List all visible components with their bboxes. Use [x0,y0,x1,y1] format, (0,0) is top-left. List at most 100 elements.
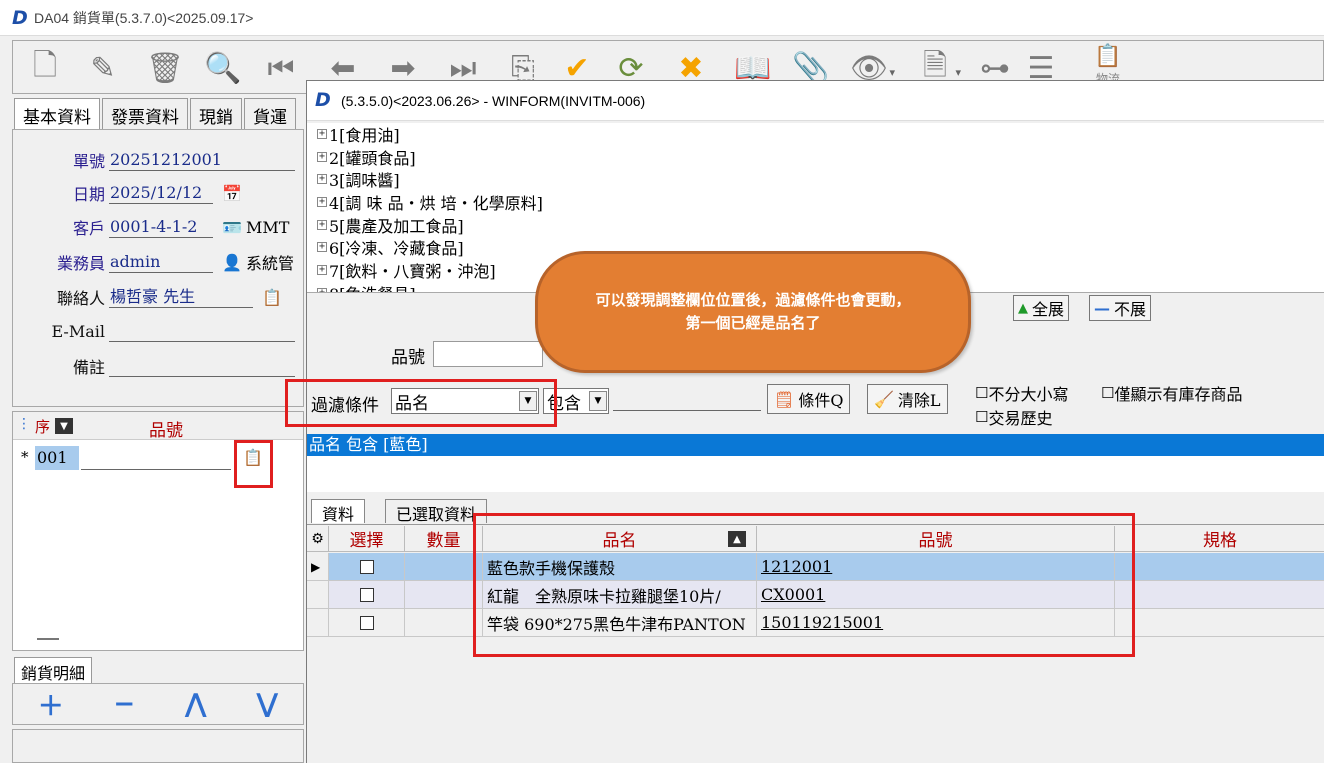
case-insensitive-checkbox[interactable]: ☐ 不分大小寫 [975,381,1068,405]
remove-row-icon[interactable]: − [113,689,135,719]
app-logo-icon: D [12,7,28,29]
main-window-titlebar: D DA04 銷貨單(5.3.7.0)<2025.09.17> [0,0,1324,36]
tab-cash-sale[interactable]: 現銷 [190,98,242,129]
sales-field[interactable]: admin [109,251,213,273]
row-pointer-icon: ▶ [307,553,329,581]
expand-plus-icon[interactable]: + [317,174,327,184]
dropdown-arrow-icon[interactable]: ▼ [589,391,607,411]
tree-node[interactable]: +2[罐頭食品] [317,146,416,168]
order-no-field[interactable]: 20251212001 [109,149,295,171]
col-spec-header[interactable]: 規格 [1115,526,1324,552]
expand-plus-icon[interactable]: + [317,242,327,252]
expand-plus-icon[interactable]: + [317,265,327,275]
tree-node[interactable]: +1[食用油] [317,123,400,145]
edit-pencil-icon[interactable]: ✎ [85,50,121,86]
search-icon[interactable]: 🔍 [204,50,241,86]
contact-field[interactable]: 楊哲豪 先生 [109,286,253,308]
calendar-icon[interactable]: 📅 [221,183,243,203]
clear-button[interactable]: 🧹 清除L [867,384,948,414]
grid-divider [37,638,59,640]
grid-settings-gear-icon[interactable]: ⚙ [307,526,329,552]
tab-basic-info[interactable]: 基本資料 [14,98,100,130]
tab-sales-detail[interactable]: 銷貨明細 [14,657,93,683]
condition-doc-icon: 🗒 [774,389,795,409]
email-row: E-Mail [13,319,295,343]
qty-cell[interactable] [405,581,483,609]
sort-down-icon[interactable]: ▼ [55,418,73,434]
delete-trash-icon[interactable]: 🗑 [146,50,184,86]
customer-row: 客戶 0001-4-1-2 🪪 MMT [13,215,289,239]
email-label: E-Mail [51,321,105,341]
customer-field[interactable]: 0001-4-1-2 [109,216,213,238]
expand-plus-icon[interactable]: + [317,152,327,162]
stock-only-checkbox[interactable]: ☐ 僅顯示有庫存商品 [1101,381,1242,405]
date-field[interactable]: 2025/12/12 [109,182,213,204]
tab-freight[interactable]: 貨運 [244,98,296,129]
select-cell[interactable] [329,609,405,637]
order-no-label: 單號 [72,152,105,171]
contact-card-icon[interactable]: 🪪 [221,217,243,237]
col-select-header[interactable]: 選擇 [329,526,405,552]
col-item-header[interactable]: 品號 [149,416,183,441]
select-cell[interactable] [329,553,405,581]
tree-node[interactable]: +7[飲料・八寶粥・沖泡] [317,259,496,281]
new-document-icon[interactable]: 🗋 [27,48,63,86]
detail-grid-header: ⋮ 序 ▼ 品號 [13,412,303,441]
checkbox-icon[interactable] [359,615,374,630]
checkbox-icon[interactable] [359,587,374,602]
tree-node[interactable]: +4[調 味 品・烘 培・化學原料] [317,191,543,213]
move-up-icon[interactable]: ⋀ [185,689,207,719]
sales-row: 業務員 admin 👤 系統管 [13,250,294,274]
item-no-input[interactable] [433,341,543,367]
tab-invoice-info[interactable]: 發票資料 [102,98,188,129]
expand-plus-icon[interactable]: + [317,129,327,139]
tab-selected-data[interactable]: 已選取資料 [385,499,488,524]
customer-label: 客戶 [72,219,105,238]
col-qty-header[interactable]: 數量 [405,526,483,552]
remark-field[interactable] [109,355,295,377]
row-item-cell[interactable] [81,446,231,470]
user-icon[interactable]: 👤 [221,252,243,272]
item-no-label: 品號 [391,348,425,368]
row-header-cell [307,581,329,609]
move-down-icon[interactable]: ⋁ [256,689,278,719]
expand-plus-icon[interactable]: + [317,288,327,292]
tree-node[interactable]: +3[調味醬] [317,168,400,190]
customer-name: MMT [246,217,290,237]
qty-cell[interactable] [405,609,483,637]
checkbox-icon: ☐ [975,384,989,402]
checkbox-icon[interactable] [359,559,374,574]
trade-history-checkbox[interactable]: ☐ 交易歷史 [975,405,1052,429]
detail-footer [12,729,304,763]
callout-line-1: 可以發現調整欄位位置後，過濾條件也會更動， [595,291,911,309]
email-field[interactable] [109,320,295,342]
spec-cell[interactable] [1115,581,1324,609]
triangle-up-icon: ▲ [1018,300,1028,316]
condition-button[interactable]: 🗒 條件Q [767,384,851,414]
spec-cell[interactable] [1115,609,1324,637]
grid-menu-icon[interactable]: ⋮ [17,416,31,432]
callout-line-2: 第一個已經是品名了 [685,314,821,332]
clipboard-icon[interactable]: 📋 [261,287,283,307]
add-row-icon[interactable]: ＋ [38,686,64,723]
expand-plus-icon[interactable]: + [317,197,327,207]
tree-node[interactable]: +6[冷凍、冷藏食品] [317,236,464,258]
select-cell[interactable] [329,581,405,609]
remark-label: 備註 [72,358,105,377]
filter-value-input[interactable] [613,387,761,411]
first-record-icon[interactable]: ⏮ [263,50,299,86]
detail-action-bar: ＋ − ⋀ ⋁ [12,683,304,725]
date-label: 日期 [72,185,105,204]
spec-cell[interactable] [1115,553,1324,581]
contact-label: 聯絡人 [56,289,105,308]
row-seq-cell[interactable]: 001 [35,446,79,470]
col-seq-header[interactable]: 序 [35,416,50,437]
tab-data[interactable]: 資料 [311,499,366,524]
expand-all-button[interactable]: ▲ 全展 [1013,295,1070,321]
expand-plus-icon[interactable]: + [317,220,327,230]
order-no-row: 單號 20251212001 [13,148,295,172]
tree-node[interactable]: +5[農產及加工食品] [317,214,464,236]
qty-cell[interactable] [405,553,483,581]
collapse-all-button[interactable]: — 不展 [1089,295,1152,321]
tree-node[interactable]: +8[免洗餐具] [317,282,416,292]
